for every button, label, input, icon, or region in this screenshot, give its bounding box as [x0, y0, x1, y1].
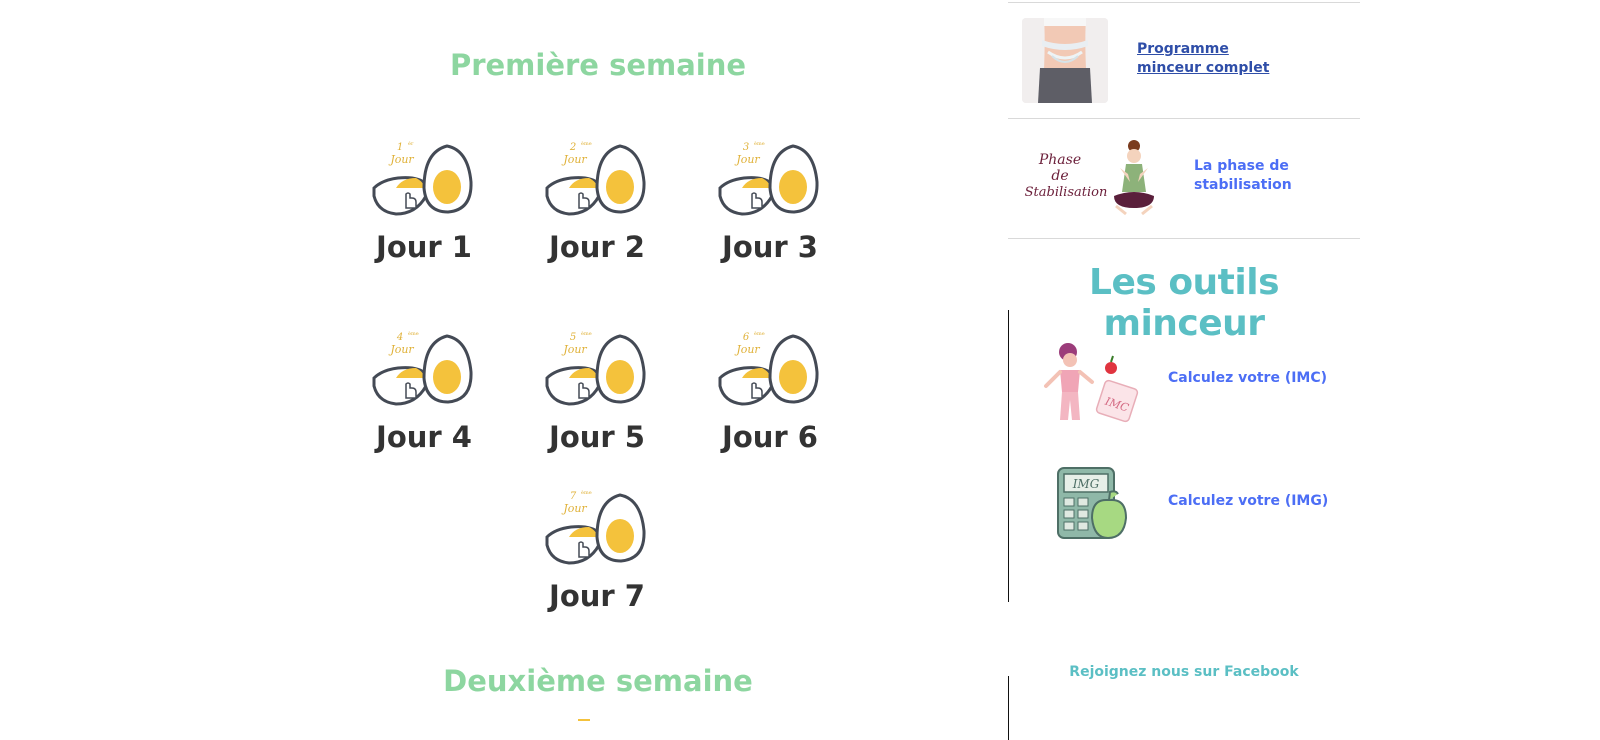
tools-section-title: Les outils minceur — [1089, 262, 1280, 344]
img-thumbnail[interactable]: IMG — [1054, 466, 1130, 542]
svg-text:ème: ème — [581, 330, 592, 337]
svg-text:Jour: Jour — [561, 153, 587, 166]
svg-text:ème: ème — [754, 330, 765, 337]
svg-text:5: 5 — [570, 332, 576, 343]
egg-icon: 5 ème Jour — [545, 330, 646, 406]
egg-icon: 6 ème Jour — [718, 330, 819, 406]
svg-text:ème: ème — [754, 140, 765, 147]
day-card-1[interactable]: 1 ér Jour Jour 1 — [349, 138, 499, 278]
svg-text:6: 6 — [743, 332, 750, 343]
svg-text:Jour: Jour — [388, 343, 414, 356]
svg-text:2: 2 — [569, 142, 576, 153]
egg-icon: 1 ér Jour — [372, 140, 473, 216]
svg-text:ér: ér — [408, 140, 414, 147]
next-day-badge-peek — [578, 719, 590, 722]
day-card-4[interactable]: 4 ème Jour Jour 4 — [349, 328, 499, 468]
day-label: Jour 1 — [376, 230, 472, 264]
svg-text:de: de — [1051, 168, 1068, 184]
svg-text:Jour: Jour — [734, 343, 760, 356]
svg-text:Jour: Jour — [561, 502, 587, 515]
imc-thumbnail[interactable]: IMC — [1036, 338, 1142, 424]
svg-text:Jour: Jour — [388, 153, 414, 166]
waist-measure-image — [1022, 18, 1108, 103]
img-calculator-image: IMG — [1057, 467, 1128, 540]
day-label: Jour 7 — [549, 579, 645, 613]
day-label: Jour 5 — [549, 420, 645, 454]
vertical-border — [1008, 310, 1009, 602]
stabilisation-image: Phase de Stabilisation — [1025, 140, 1154, 216]
egg-icon: 4 ème Jour — [372, 330, 473, 406]
svg-text:3: 3 — [743, 142, 749, 153]
day-label: Jour 3 — [722, 230, 818, 264]
divider — [1008, 238, 1360, 239]
day-card-6[interactable]: 6 ème Jour Jour 6 — [695, 328, 845, 468]
day-card-5[interactable]: 5 ème Jour Jour 5 — [522, 328, 672, 468]
day-label: Jour 6 — [722, 420, 818, 454]
stabilisation-thumbnail[interactable]: Phase de Stabilisation — [1022, 134, 1162, 224]
vertical-border — [1008, 676, 1009, 740]
svg-text:ème: ème — [408, 330, 419, 337]
img-link[interactable]: Calculez votre (IMG) — [1168, 492, 1348, 511]
day-label: Jour 4 — [376, 420, 472, 454]
program-thumbnail[interactable] — [1022, 18, 1108, 103]
imc-link[interactable]: Calculez votre (IMC) — [1168, 369, 1348, 388]
svg-text:4: 4 — [396, 332, 403, 343]
day-label: Jour 2 — [549, 230, 645, 264]
main-content: Première semaine 1 ér Jour Jour 1 2 ème Jour… — [0, 0, 980, 740]
stabilisation-link[interactable]: La phase de stabilisation — [1194, 157, 1314, 195]
day-card-2[interactable]: 2 ème Jour Jour 2 — [522, 138, 672, 278]
svg-text:Jour: Jour — [734, 153, 760, 166]
divider — [1008, 118, 1360, 119]
svg-text:ème: ème — [581, 489, 592, 496]
svg-text:Stabilisation: Stabilisation — [1025, 185, 1108, 200]
svg-text:ème: ème — [581, 140, 592, 147]
divider — [1008, 2, 1360, 3]
egg-icon: 3 ème Jour — [718, 140, 819, 216]
svg-text:Phase: Phase — [1038, 152, 1081, 168]
sidebar: Programme minceur complet Phase de Stabi… — [1008, 0, 1360, 740]
svg-text:7: 7 — [570, 491, 577, 502]
egg-icon: 7 ème Jour — [545, 489, 646, 565]
svg-text:Jour: Jour — [561, 343, 587, 356]
program-link[interactable]: Programme minceur complet — [1137, 40, 1297, 78]
egg-icon: 2 ème Jour — [545, 140, 646, 216]
day-card-7[interactable]: 7 ème Jour Jour 7 — [522, 487, 672, 627]
svg-text:IMG: IMG — [1072, 477, 1100, 491]
svg-text:1: 1 — [397, 142, 403, 153]
facebook-link[interactable]: Rejoignez nous sur Facebook — [1008, 664, 1360, 680]
day-card-3[interactable]: 3 ème Jour Jour 3 — [695, 138, 845, 278]
imc-woman-image: IMC — [1044, 343, 1139, 423]
